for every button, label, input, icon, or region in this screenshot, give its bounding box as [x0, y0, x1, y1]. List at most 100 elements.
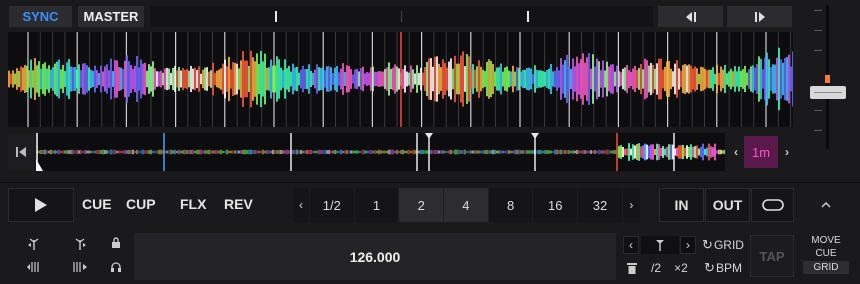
rev-button[interactable]: REV: [224, 196, 253, 212]
waveform-sample: [62, 64, 64, 94]
tap-tempo-button[interactable]: TAP: [750, 235, 794, 277]
waveform-sample: [190, 65, 192, 93]
loop-size-option[interactable]: 16: [533, 188, 579, 222]
cup-button[interactable]: CUP: [126, 196, 156, 212]
loop-size-option[interactable]: 8: [489, 188, 534, 222]
tempo-fader-handle[interactable]: [810, 86, 846, 99]
waveform-sample: [276, 56, 278, 102]
waveform-sample: [470, 69, 472, 89]
waveform-sample: [630, 71, 632, 87]
loop-size-option[interactable]: 1: [355, 188, 400, 222]
bpm-display[interactable]: 126.000: [134, 233, 616, 280]
waveform-sample: [288, 65, 290, 93]
loop-size-selector: ‹ 1/2 1 2 4 8 16 32 ›: [293, 188, 640, 222]
grid-marker-left-icon[interactable]: [22, 238, 46, 253]
waveform-sample: [434, 56, 436, 102]
grid-nudge-left-button[interactable]: ‹: [623, 236, 639, 254]
overview-sample: [448, 150, 450, 154]
overview-sample: [320, 150, 322, 154]
waveform-sample: [590, 68, 592, 90]
loop-size-prev-button[interactable]: ‹: [293, 188, 310, 222]
overview-sample: [316, 150, 318, 154]
sync-button[interactable]: SYNC: [9, 6, 72, 27]
overview-sample: [166, 150, 168, 154]
reset-bpm-button[interactable]: ↻ BPM: [700, 260, 746, 276]
loop-size-option[interactable]: 2: [399, 188, 445, 222]
headphones-icon[interactable]: [104, 261, 128, 276]
double-bpm-button[interactable]: ×2: [669, 260, 693, 276]
waveform-sample: [708, 69, 710, 89]
waveform-sample: [534, 65, 536, 93]
waveform-sample: [256, 53, 258, 105]
lock-icon[interactable]: [104, 237, 128, 252]
collapse-button[interactable]: [812, 194, 840, 216]
waveform-sample: [772, 64, 774, 94]
loop-toggle-button[interactable]: [751, 188, 794, 222]
move-mode-cue[interactable]: CUE: [803, 247, 849, 260]
loop-size-next-button[interactable]: ›: [623, 188, 640, 222]
overview-sample: [346, 150, 348, 154]
reset-grid-button[interactable]: ↻ GRID: [700, 236, 746, 254]
loop-in-button[interactable]: IN: [659, 188, 704, 222]
overview-sample: [562, 150, 564, 154]
overview-sample: [474, 150, 476, 154]
loop-size-option[interactable]: 32: [578, 188, 623, 222]
loop-size-option[interactable]: 1/2: [310, 188, 355, 222]
jump-to-start-button[interactable]: [8, 133, 34, 171]
waveform-sample: [82, 63, 84, 95]
beatjump-forward-button[interactable]: [727, 6, 792, 27]
move-mode-grid-selected[interactable]: GRID: [803, 261, 849, 274]
delete-grid-button[interactable]: [624, 260, 640, 276]
waveform-sample: [70, 66, 72, 92]
waveform-sample: [320, 67, 322, 91]
waveform-sample: [448, 61, 450, 97]
waveform-sample: [420, 67, 422, 91]
grid-marker-right-icon[interactable]: [68, 238, 92, 253]
waveform-sample: [124, 60, 126, 98]
waveform-sample: [338, 72, 340, 86]
overview-sample: [148, 150, 150, 154]
waveform-sample: [440, 67, 442, 91]
overview-sample: [438, 150, 440, 154]
waveform-sample: [410, 65, 412, 93]
waveform-sample: [86, 65, 88, 93]
waveform-sample: [466, 54, 468, 104]
overview-sample: [638, 143, 640, 161]
waveform-sample: [64, 71, 66, 87]
waveform-sample: [686, 65, 688, 93]
move-mode-selector[interactable]: MOVE CUE GRID: [803, 234, 849, 274]
overview-sample: [596, 150, 598, 154]
grid-shift-left-icon[interactable]: [22, 261, 46, 276]
overview-sample: [588, 150, 590, 154]
waveform-sample: [484, 71, 486, 87]
zoomed-waveform[interactable]: [8, 32, 793, 127]
move-mode-label: MOVE: [811, 235, 841, 246]
waveform-sample: [474, 69, 476, 89]
play-button[interactable]: [8, 188, 74, 222]
track-overview[interactable]: [36, 133, 725, 171]
flx-button[interactable]: FLX: [180, 196, 206, 212]
loop-out-button[interactable]: OUT: [705, 188, 750, 222]
beatjump-back-button[interactable]: [658, 6, 723, 27]
overview-sample: [386, 150, 388, 154]
overview-sample: [56, 150, 58, 154]
waveform-sample: [558, 70, 560, 88]
waveform-sample: [468, 56, 470, 102]
overview-sample: [688, 146, 690, 158]
loop-size-option-selected[interactable]: 4: [444, 188, 489, 222]
waveform-sample: [544, 71, 546, 87]
grid-nudge-right-button[interactable]: ›: [680, 236, 696, 254]
overview-sample: [452, 150, 454, 154]
waveform-sample: [512, 65, 514, 93]
zoom-in-button[interactable]: ›: [780, 133, 794, 171]
overview-sample: [370, 150, 372, 154]
grid-marker-button[interactable]: [641, 236, 679, 254]
halve-bpm-button[interactable]: /2: [645, 260, 667, 276]
waveform-sample: [704, 68, 706, 90]
cue-button[interactable]: CUE: [82, 196, 112, 212]
master-button[interactable]: MASTER: [78, 6, 144, 27]
waveform-sample: [304, 69, 306, 89]
grid-shift-right-icon[interactable]: [68, 261, 92, 276]
waveform-sample: [790, 66, 792, 92]
zoom-out-button[interactable]: ‹: [729, 133, 743, 171]
